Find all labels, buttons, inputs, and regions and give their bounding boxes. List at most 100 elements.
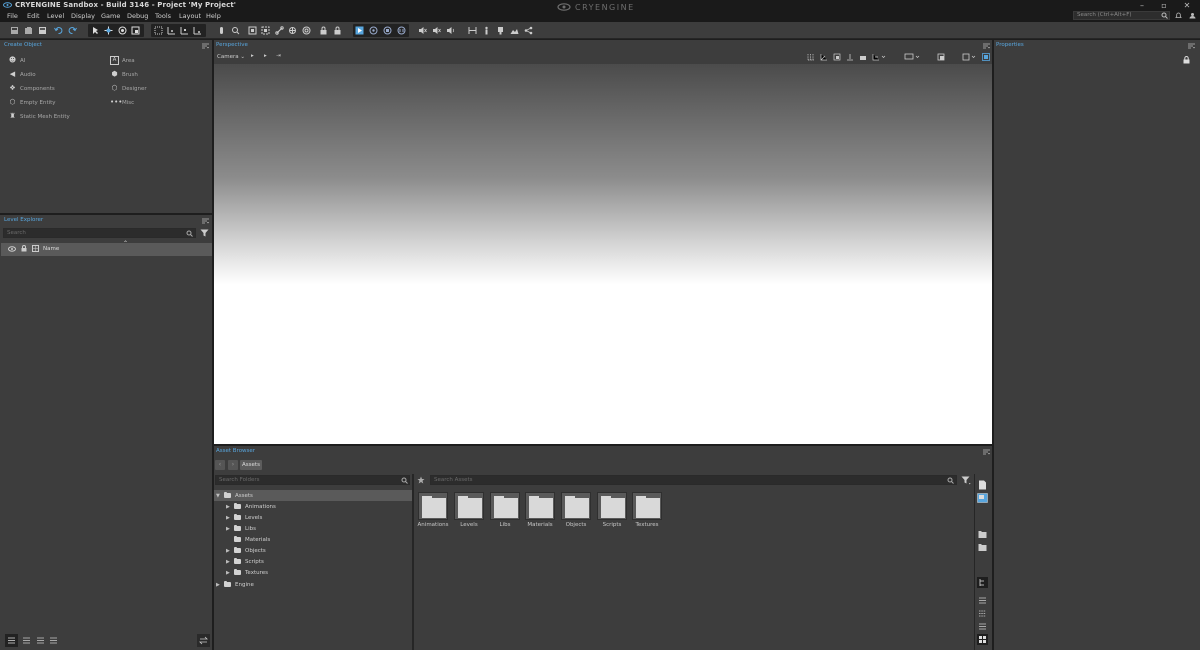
select-tool-icon[interactable] [91,26,100,35]
align-object-icon[interactable] [261,26,270,35]
create-static-mesh-item[interactable]: ♜ Static Mesh Entity [8,112,69,121]
forward-button[interactable]: › [228,460,238,470]
maximize-button[interactable]: ▫ [1153,0,1175,11]
terrain-icon[interactable] [510,26,519,35]
asset-search-input[interactable] [430,475,957,485]
terrain-snap-icon[interactable] [846,53,854,61]
scale-snap-icon[interactable] [833,53,841,61]
maximize-viewport-icon[interactable] [982,53,990,61]
favorites-star-icon[interactable] [417,476,425,484]
asset-tile-levels[interactable]: Levels [453,492,485,532]
panel-menu-icon[interactable] [1188,43,1195,49]
new-level-icon[interactable] [10,26,19,35]
filter-icon[interactable] [200,229,209,237]
search-icon[interactable] [1161,12,1168,19]
snap-scale-icon[interactable] [180,26,189,35]
asset-tile-animations[interactable]: Animations [417,492,449,532]
move-tool-icon[interactable] [104,26,113,35]
menu-level[interactable]: Level [47,12,64,20]
link-icon[interactable] [275,26,284,35]
open-folder-icon[interactable] [978,543,987,552]
menu-edit[interactable]: Edit [27,12,40,20]
lock-properties-icon[interactable] [1183,56,1190,64]
asset-tile-libs[interactable]: Libs [489,492,521,532]
tree-view-toggle-icon[interactable] [977,577,988,588]
create-designer-item[interactable]: ⬡ Designer [110,84,146,93]
notification-bell-icon[interactable] [1175,12,1182,19]
mute-audio-icon[interactable] [418,26,427,35]
filter-icon[interactable] [961,476,971,485]
menu-debug[interactable]: Debug [127,12,148,20]
tree-item-assets[interactable]: ▼ Assets [214,490,412,501]
play-icon[interactable]: ▸ [251,53,254,59]
surface-snap-dropdown-icon[interactable] [872,53,886,61]
create-area-item[interactable]: A Area [110,56,135,65]
sync-mode-icon[interactable] [397,26,406,35]
layer-type-icon[interactable] [32,245,39,252]
asset-tile-scripts[interactable]: Scripts [596,492,628,532]
snap-grid-icon[interactable] [154,26,163,35]
close-button[interactable]: ✕ [1176,0,1198,11]
measure-icon[interactable] [468,26,477,35]
open-level-icon[interactable] [24,26,33,35]
folder-search-input[interactable] [215,475,410,485]
create-brush-item[interactable]: ⬢ Brush [110,70,137,79]
list-view-icon[interactable] [978,609,987,618]
asset-tile-objects[interactable]: Objects [560,492,592,532]
create-components-item[interactable]: ❖ Components [8,84,54,93]
fast-forward-icon[interactable]: ⇥ [276,53,281,59]
bookmark-icon[interactable] [496,26,505,35]
menu-layout[interactable]: Layout [179,12,201,20]
view-active-layer-icon[interactable] [47,634,60,647]
align-to-grid-icon[interactable] [248,26,257,35]
save-icon[interactable] [38,26,47,35]
tree-item-animations[interactable]: ▶ Animations [214,501,412,512]
panel-menu-icon[interactable] [202,218,209,224]
new-asset-icon[interactable] [978,480,987,490]
camera-dropdown[interactable]: Camera ⌄ [217,54,245,60]
character-icon[interactable] [482,26,491,35]
tree-item-levels[interactable]: ▶ Levels [214,512,412,523]
redo-icon[interactable] [68,26,77,35]
simulate-icon[interactable] [355,26,364,35]
global-search-input[interactable]: Search (Ctrl+Alt+F) [1073,11,1170,20]
3d-viewport[interactable] [214,64,992,444]
view-objects-icon[interactable] [34,634,47,647]
physics-icon[interactable] [288,26,297,35]
display-options-icon[interactable] [904,53,920,61]
menu-display[interactable]: Display [71,12,95,20]
asset-tile-materials[interactable]: Materials [524,492,556,532]
name-column-header[interactable]: Name [43,246,59,252]
geometry-snap-icon[interactable] [859,53,867,61]
menu-file[interactable]: File [7,12,18,20]
snap-vertex-icon[interactable] [193,26,202,35]
splitter[interactable] [412,474,414,650]
tree-item-engine[interactable]: ▶ Engine [214,579,412,590]
menu-help[interactable]: Help [206,12,221,20]
resolution-icon[interactable] [937,53,946,62]
level-explorer-search-input[interactable] [3,228,196,238]
view-layers-icon[interactable] [20,634,33,647]
tree-item-objects[interactable]: ▶ Objects [214,545,412,556]
menu-tools[interactable]: Tools [155,12,171,20]
lock-selection-icon[interactable] [319,26,328,35]
view-full-hierarchy-icon[interactable] [5,634,18,647]
new-folder-icon[interactable] [978,530,987,539]
step-icon[interactable]: ▸ [264,53,267,59]
back-button[interactable]: ‹ [215,460,225,470]
minimize-button[interactable]: – [1131,0,1153,11]
viewport-layout-icon[interactable] [962,53,976,61]
create-misc-item[interactable]: ••• Misc [110,98,134,107]
target-icon[interactable] [302,26,311,35]
tree-item-materials[interactable]: Materials [214,534,412,545]
undo-icon[interactable] [54,26,63,35]
tree-item-libs[interactable]: ▶ Libs [214,523,412,534]
breadcrumb-assets[interactable]: Assets [240,460,262,470]
panel-menu-icon[interactable] [983,43,990,49]
compact-list-view-icon[interactable] [978,622,987,631]
graph-icon[interactable] [524,26,533,35]
panel-menu-icon[interactable] [202,43,209,49]
import-asset-icon[interactable] [977,493,988,503]
rotate-tool-icon[interactable] [118,26,127,35]
lock-axis-icon[interactable] [217,26,226,35]
